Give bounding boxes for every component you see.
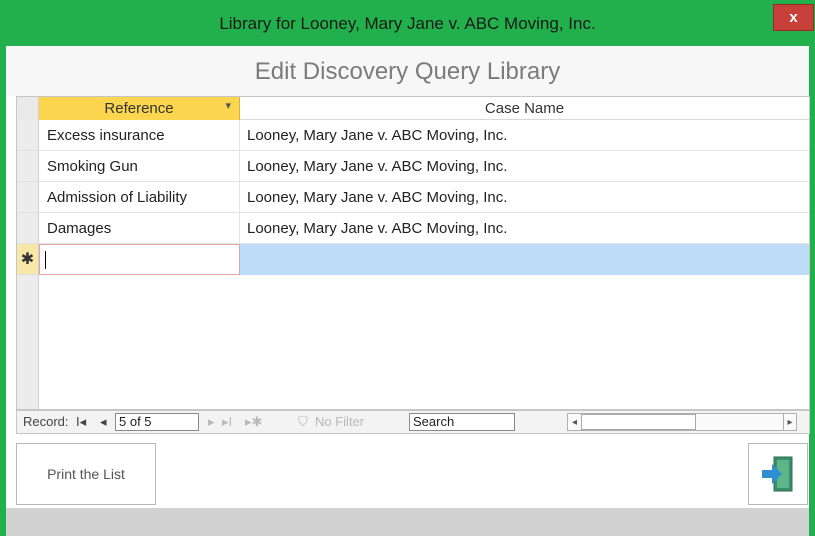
column-header-case-name-label: Case Name [484,99,565,117]
window-title: Library for Looney, Mary Jane v. ABC Mov… [219,14,596,33]
row-selector[interactable] [17,120,39,151]
exit-button[interactable] [748,443,808,505]
case-name-cell[interactable] [240,244,809,275]
table-row[interactable]: Admission of Liability Looney, Mary Jane… [17,182,809,213]
case-name-cell[interactable]: Looney, Mary Jane v. ABC Moving, Inc. [240,182,809,213]
horizontal-scrollbar[interactable]: ◂ [567,413,795,431]
print-list-button[interactable]: Print the List [16,443,156,505]
case-name-cell[interactable]: Looney, Mary Jane v. ABC Moving, Inc. [240,213,809,244]
dialog-window: Library for Looney, Mary Jane v. ABC Mov… [0,0,815,536]
form-header: Edit Discovery Query Library [6,46,809,96]
previous-record-button[interactable]: ◂ [100,414,107,430]
table-row[interactable]: Excess insurance Looney, Mary Jane v. AB… [17,120,809,151]
form-footer: Print the List [6,434,809,508]
reference-cell[interactable]: Excess insurance [39,120,240,151]
dropdown-arrow-icon[interactable]: ▾ [225,99,231,112]
current-record-field[interactable]: 5 of 5 [115,413,199,431]
row-selector-column [17,275,39,409]
filter-icon: ⛉ [298,414,308,429]
scroll-right-button[interactable]: ▸ [784,414,796,430]
reference-cell[interactable]: Smoking Gun [39,151,240,182]
new-record-marker[interactable]: ✱ [17,244,39,275]
scroll-left-button[interactable]: ◂ [568,414,581,430]
new-record-button[interactable]: ▸✱ [245,414,262,430]
datasheet-grid: Reference ▾ Case Name Excess insurance L… [16,96,810,410]
record-navigation-bar: Record: I◂ ◂ 5 of 5 ▸ ▸I ▸✱ ⛉ No Filter … [16,410,810,434]
table-row[interactable]: Smoking Gun Looney, Mary Jane v. ABC Mov… [17,151,809,182]
reference-cell[interactable]: Admission of Liability [39,182,240,213]
close-button[interactable]: x [773,4,814,31]
first-record-button[interactable]: I◂ [76,414,86,430]
column-header-reference[interactable]: Reference ▾ [39,97,240,120]
column-header-row: Reference ▾ Case Name [17,97,809,120]
text-caret [45,250,46,269]
last-record-button[interactable]: ▸I [222,414,232,430]
form-heading: Edit Discovery Query Library [254,58,561,85]
scroll-thumb[interactable] [581,414,696,430]
scroll-right-box[interactable]: ▸ [783,413,797,431]
new-record-row[interactable]: ✱ [17,244,809,275]
filter-toggle[interactable]: No Filter [315,414,364,429]
row-selector[interactable] [17,151,39,182]
case-name-cell[interactable]: Looney, Mary Jane v. ABC Moving, Inc. [240,120,809,151]
next-record-button[interactable]: ▸ [208,414,215,430]
status-bar [6,508,809,536]
row-selector[interactable] [17,213,39,244]
reference-cell[interactable]: Damages [39,213,240,244]
search-input[interactable]: Search [409,413,515,431]
row-selector[interactable] [17,182,39,213]
title-bar[interactable]: Library for Looney, Mary Jane v. ABC Mov… [6,0,809,46]
reference-input[interactable] [39,244,240,275]
table-row[interactable]: Damages Looney, Mary Jane v. ABC Moving,… [17,213,809,244]
select-all-corner[interactable] [17,97,39,120]
column-header-case-name[interactable]: Case Name [240,97,809,120]
record-label: Record: [23,414,69,429]
exit-door-icon [762,456,793,492]
case-name-cell[interactable]: Looney, Mary Jane v. ABC Moving, Inc. [240,151,809,182]
column-header-reference-label: Reference [104,100,174,117]
